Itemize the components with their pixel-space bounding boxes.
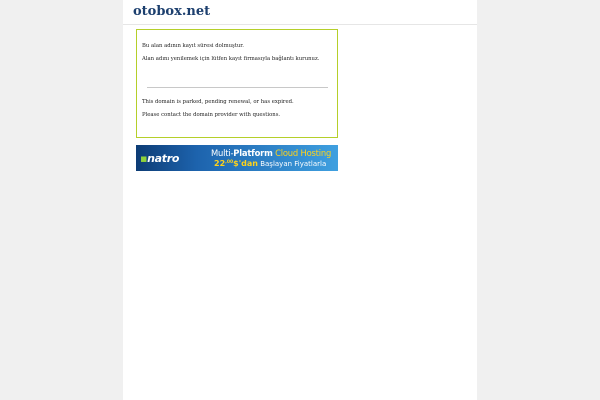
banner-price-main: 22: [214, 159, 226, 168]
banner-price: 22,00$'dan: [214, 159, 258, 168]
notice-line-english-parked: This domain is parked, pending renewal, …: [142, 99, 294, 105]
banner-tagline: Başlayan Fiyatlarla: [260, 160, 327, 168]
expired-domain-notice: Bu alan adının kayıt süresi dolmuştur. A…: [136, 29, 338, 138]
banner-headline-platform: Platform: [233, 148, 273, 158]
notice-line-turkish-expired: Bu alan adının kayıt süresi dolmuştur.: [142, 43, 244, 49]
banner-price-suffix: $'dan: [233, 159, 258, 168]
notice-divider: [147, 87, 328, 88]
content-column: otobox.net Bu alan adının kayıt süresi d…: [123, 0, 477, 400]
site-title[interactable]: otobox.net: [133, 4, 210, 19]
notice-line-turkish-contact: Alan adını yenilemek için lütfen kayıt f…: [142, 56, 320, 62]
banner-headline: Multi-Platform Cloud Hosting: [211, 148, 331, 158]
notice-line-english-contact: Please contact the domain provider with …: [142, 112, 281, 118]
header-divider: [123, 24, 477, 25]
banner-headline-cloud-hosting: Cloud Hosting: [275, 148, 332, 158]
banner-price-decimal: ,00: [225, 160, 234, 165]
banner-headline-multi: Multi-: [211, 148, 234, 158]
natro-logo-text: natro: [147, 152, 180, 165]
banner-price-line: 22,00$'dan Başlayan Fiyatlarla: [214, 159, 326, 168]
natro-hosting-banner-ad[interactable]: ▪natro Multi-Platform Cloud Hosting 22,0…: [136, 145, 338, 171]
natro-logo: ▪natro: [140, 152, 179, 165]
